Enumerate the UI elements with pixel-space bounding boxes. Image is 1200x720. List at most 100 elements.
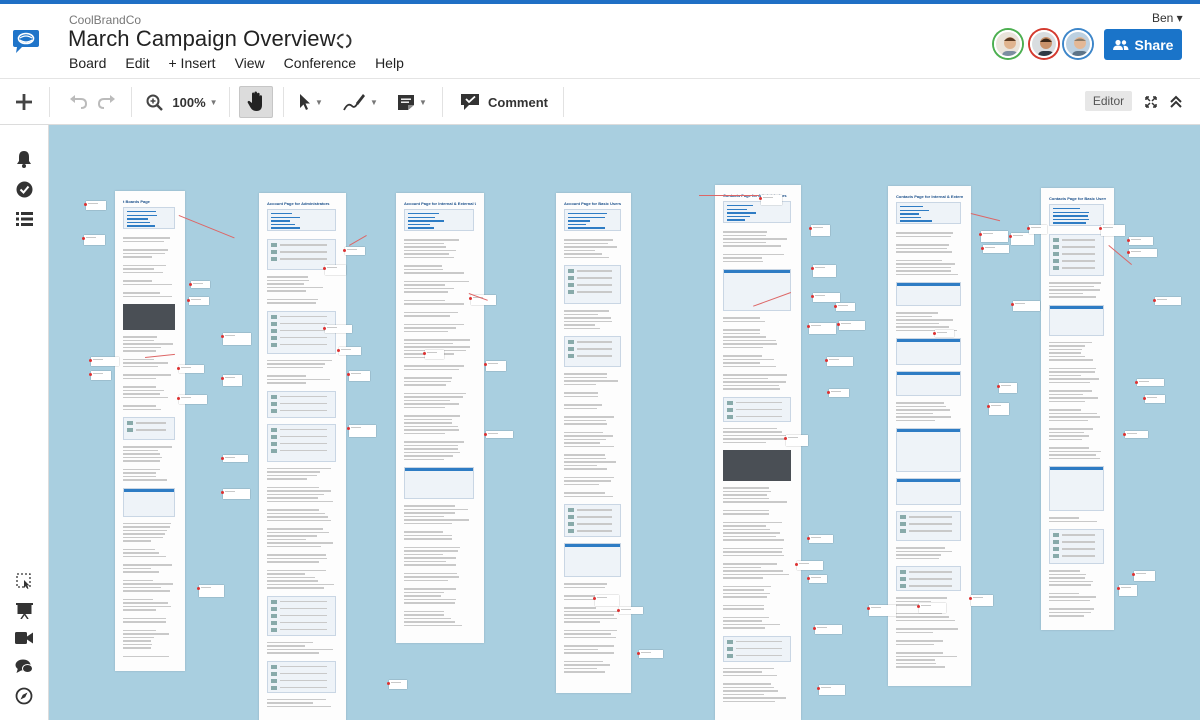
wireframe-screenshot — [564, 336, 621, 367]
wireframe-text-line — [123, 295, 172, 297]
wireframe-text-line — [123, 460, 161, 462]
menu-insert[interactable]: + Insert — [168, 55, 215, 71]
chat-icon[interactable] — [14, 657, 34, 677]
wireframe-screenshot — [267, 660, 336, 693]
comment-pin — [347, 373, 350, 376]
wireframe-text-line — [723, 596, 767, 598]
comment-pin — [1117, 587, 1120, 590]
wireframe-page[interactable]: Account Page for Internal & External Use… — [396, 193, 484, 643]
select-area-icon[interactable] — [14, 571, 34, 591]
avatar[interactable] — [1064, 30, 1092, 58]
board-canvas[interactable]: t Boards Page Account Page for Administr… — [49, 125, 1200, 720]
comment-note — [829, 389, 850, 398]
wireframe-text-line — [1049, 580, 1093, 582]
wireframe-text-line — [723, 589, 764, 591]
wireframe-text-line — [267, 576, 315, 578]
comment-pin — [484, 433, 487, 436]
menu-view[interactable]: View — [235, 55, 265, 71]
zoom-control[interactable]: 100% ▼ — [141, 79, 223, 125]
wireframe-text-line — [123, 283, 172, 285]
chat-bubble-logo-icon[interactable] — [12, 28, 40, 54]
wireframe-text-line — [123, 590, 171, 592]
redo-icon[interactable] — [93, 79, 121, 125]
menu-edit[interactable]: Edit — [125, 55, 149, 71]
board-title[interactable]: March Campaign Overview — [68, 26, 336, 52]
wireframe-link — [408, 223, 430, 226]
menu-conference[interactable]: Conference — [284, 55, 356, 71]
wireframe-text-line — [564, 468, 607, 470]
wireframe-text-line — [1049, 450, 1101, 452]
menu-board[interactable]: Board — [69, 55, 106, 71]
wireframe-screenshot — [123, 487, 175, 517]
hand-icon[interactable] — [239, 86, 273, 118]
wireframe-screenshot — [1049, 529, 1104, 564]
wireframe-text-line — [404, 384, 447, 386]
wireframe-row — [1053, 245, 1059, 249]
wireframe-text-line — [123, 377, 156, 379]
wireframe-text-line — [896, 266, 952, 268]
chevron-up-icon[interactable] — [1166, 79, 1186, 125]
toolbar-divider — [229, 87, 230, 117]
wireframe-text-line — [123, 346, 161, 348]
undo-icon[interactable] — [64, 79, 92, 125]
users-icon — [1112, 39, 1129, 50]
bell-icon[interactable] — [14, 149, 34, 169]
list-icon[interactable] — [14, 209, 34, 229]
note-tool[interactable]: ▼ — [392, 79, 432, 125]
compass-icon[interactable] — [14, 686, 34, 706]
wireframe-row — [280, 315, 327, 317]
wireframe-text-line — [896, 662, 936, 664]
comment-text — [829, 359, 839, 361]
wireframe-row — [271, 627, 277, 632]
wireframe-text-line — [896, 232, 953, 234]
wireframe-text-line — [123, 456, 162, 458]
expand-icon[interactable] — [1142, 79, 1160, 125]
share-button[interactable]: Share — [1104, 29, 1182, 60]
sync-icon[interactable] — [334, 31, 354, 51]
wireframe-row — [271, 335, 277, 340]
wireframe-text-line — [267, 557, 328, 559]
wireframe-text-line — [123, 647, 151, 649]
wireframe-text-line — [267, 298, 319, 300]
wireframe-page[interactable]: t Boards Page — [115, 191, 185, 671]
wireframe-text-line — [123, 343, 173, 345]
comment-note — [223, 375, 243, 386]
wireframe-text-line — [123, 643, 153, 645]
wireframe-text-line — [1049, 412, 1097, 414]
wireframe-link-box — [404, 209, 474, 231]
toolbar-divider — [131, 87, 132, 117]
wireframe-text-line — [123, 479, 168, 481]
wireframe-row — [280, 258, 327, 260]
comment-note — [813, 293, 840, 303]
wireframe-text-line — [723, 551, 782, 553]
wireframe-page[interactable]: Contacts Page for Administrators — [715, 185, 801, 720]
wireframe-link-box — [123, 207, 175, 229]
comment-text — [921, 605, 931, 607]
wireframe-row — [736, 408, 782, 410]
comment-note — [389, 680, 408, 690]
pen-tool[interactable]: ▼ — [338, 79, 382, 125]
wireframe-text-line — [896, 655, 957, 657]
wireframe-text-line — [123, 362, 168, 364]
editor-mode-badge[interactable]: Editor — [1085, 91, 1132, 111]
wireframe-text-line — [123, 555, 166, 557]
connector-line — [699, 195, 759, 196]
wireframe-text-line — [267, 569, 326, 571]
comment-text — [193, 283, 203, 285]
menu-help[interactable]: Help — [375, 55, 404, 71]
select-tool[interactable]: ▼ — [292, 79, 330, 125]
wireframe-page[interactable]: Contacts Page for Basic Users — [1041, 188, 1114, 630]
wireframe-text-line — [896, 659, 936, 661]
video-icon[interactable] — [14, 628, 34, 648]
user-menu[interactable]: Ben ▾ — [1152, 11, 1183, 25]
plus-icon[interactable] — [8, 79, 40, 125]
wireframe-page[interactable]: Account Page for Basic Users — [556, 193, 631, 693]
avatar[interactable] — [1030, 30, 1058, 58]
wireframe-text-line — [564, 629, 617, 631]
wireframe-text-line — [267, 702, 314, 704]
comment-button[interactable]: Comment — [458, 79, 550, 125]
presentation-icon[interactable] — [14, 600, 34, 620]
avatar[interactable] — [994, 30, 1022, 58]
check-circle-icon[interactable] — [14, 179, 34, 199]
wireframe-screenshot — [1049, 234, 1104, 276]
